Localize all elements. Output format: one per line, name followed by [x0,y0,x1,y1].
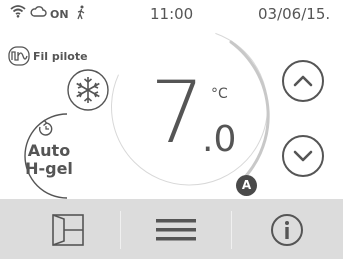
program-badge: A [236,175,257,196]
divider [231,211,232,249]
menu-icon[interactable] [156,213,196,247]
temperature-integer: 7 [150,63,205,163]
snowflake-icon [67,69,109,111]
temperature-unit: °C [211,86,228,102]
auto-label-line1: Auto [27,141,71,160]
info-icon[interactable] [270,213,304,247]
chevron-up-icon [293,75,313,87]
door-icon[interactable] [50,213,86,247]
chevron-down-icon [293,150,313,162]
auto-label-line2: H-gel [25,159,73,178]
temperature-decimal: .0 [202,119,237,160]
divider [120,211,121,249]
increase-temp-button[interactable] [282,60,324,102]
auto-frost-label: Auto H-gel [14,142,84,178]
decrease-temp-button[interactable] [282,135,324,177]
